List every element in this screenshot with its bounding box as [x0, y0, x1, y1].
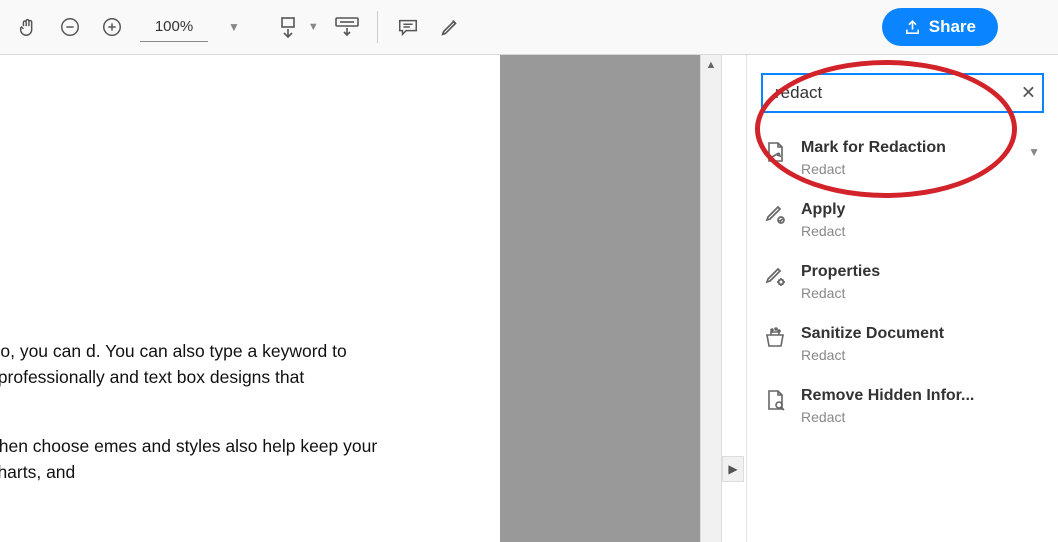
tool-result-title: Mark for Redaction [801, 139, 1014, 157]
toolbar: 100% ▼ ▼ Share [0, 0, 1058, 55]
zoom-out-icon[interactable] [52, 9, 88, 45]
tool-result-text: Apply Redact [801, 201, 1040, 239]
tool-result-title: Apply [801, 201, 1040, 219]
zoom-level-text: 100% [155, 18, 193, 35]
tool-result-item[interactable]: Apply Redact [761, 189, 1044, 251]
content-area: point. When you click Online Video, you … [0, 55, 1058, 542]
tool-result-icon [763, 388, 787, 412]
tool-result-item[interactable]: Sanitize Document Redact [761, 313, 1044, 375]
tool-result-text: Remove Hidden Infor... Redact [801, 387, 1040, 425]
share-button-label: Share [929, 17, 976, 37]
tool-result-icon [763, 264, 787, 288]
panel-collapse-toggle[interactable]: ▶ [722, 456, 744, 482]
tool-result-category: Redact [801, 409, 1040, 425]
tool-result-category: Redact [801, 285, 1040, 301]
document-gutter: ▲ [500, 55, 700, 542]
tool-result-category: Redact [801, 161, 1014, 177]
tool-result-text: Sanitize Document Redact [801, 325, 1040, 363]
document-paragraph: ler, and sidebar. Click Insert and then … [0, 434, 380, 485]
toolbar-separator [377, 11, 378, 43]
tool-result-icon [763, 140, 787, 164]
result-dropdown-caret-icon[interactable]: ▼ [1028, 145, 1040, 159]
tool-result-category: Redact [801, 347, 1040, 363]
tool-result-icon [763, 326, 787, 350]
zoom-dropdown-caret-icon[interactable]: ▼ [228, 20, 240, 34]
fit-dropdown-caret-icon[interactable]: ▼ [308, 21, 319, 33]
tool-result-item[interactable]: Remove Hidden Infor... Redact [761, 375, 1044, 437]
scroll-up-arrow-icon[interactable]: ▲ [701, 55, 721, 75]
document-paragraph: point. When you click Online Video, you … [0, 339, 380, 416]
highlight-icon[interactable] [432, 9, 468, 45]
tool-result-title: Sanitize Document [801, 325, 1040, 343]
document-text: point. When you click Online Video, you … [0, 339, 380, 504]
share-button[interactable]: Share [882, 8, 998, 46]
tool-result-category: Redact [801, 223, 1040, 239]
tool-result-item[interactable]: Mark for Redaction Redact ▼ [761, 127, 1044, 189]
zoom-in-icon[interactable] [94, 9, 130, 45]
tool-result-icon [763, 202, 787, 226]
tool-result-text: Properties Redact [801, 263, 1040, 301]
zoom-level-input[interactable]: 100% [140, 12, 208, 42]
pan-hand-icon[interactable] [10, 9, 46, 45]
fit-width-icon[interactable] [270, 9, 306, 45]
comment-icon[interactable] [390, 9, 426, 45]
tools-search-input[interactable] [761, 73, 1044, 113]
page-display-icon[interactable] [329, 9, 365, 45]
share-icon [904, 19, 921, 36]
tool-result-text: Mark for Redaction Redact [801, 139, 1014, 177]
tool-result-item[interactable]: Properties Redact [761, 251, 1044, 313]
document-viewport[interactable]: point. When you click Online Video, you … [0, 55, 500, 542]
tools-search-panel: ✕ Mark for RedactionRedact▼ApplyRedactPr… [746, 55, 1058, 542]
clear-search-icon[interactable]: ✕ [1021, 83, 1036, 104]
tool-result-title: Properties [801, 263, 1040, 281]
tool-result-title: Remove Hidden Infor... [801, 387, 1040, 405]
vertical-scrollbar[interactable]: ▲ [700, 55, 722, 542]
search-field-wrapper: ✕ [761, 73, 1044, 113]
